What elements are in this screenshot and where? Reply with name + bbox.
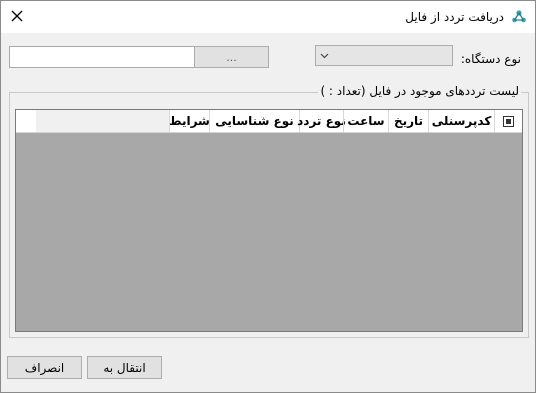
column-header-identification-type[interactable]: نوع شناسایی [209, 110, 299, 132]
column-header-conditions[interactable]: شرایط [169, 110, 210, 132]
device-type-label: نوع دستگاه: [460, 52, 521, 66]
chevron-down-icon [320, 53, 329, 59]
column-header-entry-type[interactable]: نوع تردد [297, 110, 346, 132]
column-header-time[interactable]: ساعت [343, 110, 388, 132]
browse-button[interactable]: ... [194, 46, 269, 68]
close-icon [11, 10, 23, 22]
close-button[interactable] [3, 3, 31, 29]
transfer-button[interactable]: انتقال به [87, 356, 162, 379]
column-header-personnel-code[interactable]: کدپرسنلی [428, 110, 494, 132]
checkbox-icon [503, 115, 514, 127]
cancel-button[interactable]: انصراف [7, 356, 82, 379]
title-bar: دریافت تردد از فایل [1, 1, 535, 33]
table-header-filler [36, 110, 169, 132]
dialog-window: دریافت تردد از فایل نوع دستگاه: ... لیست… [0, 0, 536, 393]
window-title: دریافت تردد از فایل [405, 10, 504, 24]
device-type-select[interactable] [315, 45, 453, 66]
records-group-legend: لیست ترددهای موجود در فایل (تعداد : ) [318, 84, 521, 98]
records-table[interactable]: کدپرسنلی تاریخ ساعت نوع تردد نوع شناسایی… [15, 109, 523, 332]
select-all-checkbox[interactable] [494, 110, 522, 132]
file-path-input[interactable] [9, 46, 195, 68]
table-header: کدپرسنلی تاریخ ساعت نوع تردد نوع شناسایی… [16, 110, 522, 133]
column-header-date[interactable]: تاریخ [388, 110, 428, 132]
app-icon [512, 10, 526, 23]
